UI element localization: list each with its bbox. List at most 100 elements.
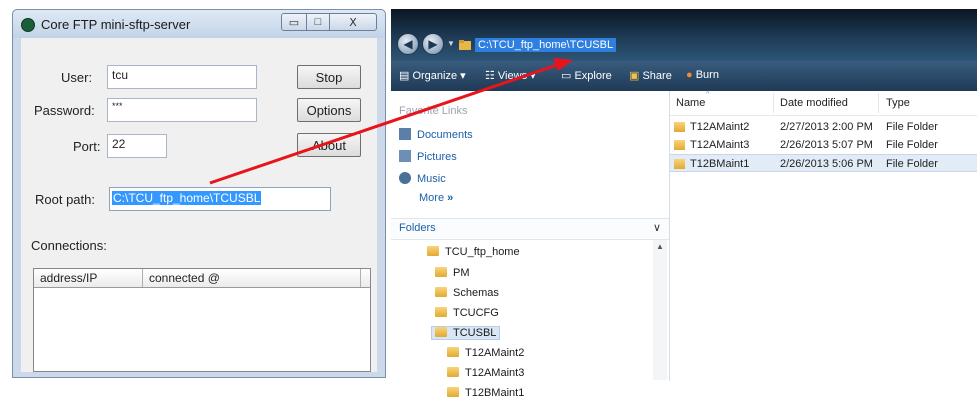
connections-label: Connections: [31, 238, 107, 253]
tree-item-t12amaint2[interactable]: T12AMaint2 [447, 347, 524, 359]
tree-item-tcusbl[interactable]: TCUSBL [431, 326, 501, 340]
share-button[interactable]: ▣ Share [629, 69, 672, 82]
ftp-window-title: Core FTP mini-sftp-server [41, 17, 191, 32]
connections-list[interactable]: address/IP connected @ [33, 268, 371, 372]
back-arrow-icon: ◀ [403, 37, 413, 51]
address-text[interactable]: C:\TCU_ftp_home\TCUSBL [475, 38, 617, 52]
folder-icon [674, 140, 685, 150]
options-button[interactable]: Options [297, 98, 361, 122]
burn-icon: ● [686, 69, 696, 81]
tree-item-pm[interactable]: PM [435, 267, 470, 279]
tree-scrollbar[interactable]: ▲ [653, 240, 667, 380]
file-row-selected[interactable]: T12BMaint1 2/26/2013 5:06 PM File Folder [670, 154, 977, 172]
tree-item-t12bmaint1[interactable]: T12BMaint1 [447, 387, 524, 399]
root-path-label: Root path: [35, 192, 95, 207]
tree-label: T12BMaint1 [465, 387, 525, 399]
file-date: 2/26/2013 5:07 PM [780, 139, 873, 151]
maximize-button[interactable]: □ [306, 13, 330, 31]
pictures-icon [399, 150, 411, 162]
favorite-pictures[interactable]: Pictures [399, 150, 457, 163]
about-button[interactable]: About [297, 133, 361, 157]
folder-icon [447, 347, 459, 357]
explorer-navbar: ◀ ▶ ▼ C:\TCU_ftp_home\TCUSBL [391, 9, 977, 61]
column-divider[interactable] [142, 269, 143, 287]
password-input[interactable]: *** [107, 98, 257, 122]
folders-header[interactable]: Folders ∨ [391, 218, 669, 240]
user-input[interactable]: tcu [107, 65, 257, 89]
core-ftp-window: Core FTP mini-sftp-server ▭ □ X User: tc… [12, 9, 386, 378]
stop-button[interactable]: Stop [297, 65, 361, 89]
column-type[interactable]: Type [886, 97, 910, 109]
tree-item-tcucfg[interactable]: TCUCFG [435, 307, 499, 319]
column-divider[interactable] [878, 93, 879, 113]
file-type: File Folder [886, 139, 938, 151]
chevron-down-icon: ∨ [652, 222, 661, 234]
forward-button[interactable]: ▶ [422, 33, 444, 55]
organize-menu[interactable]: ▤ Organize ▾ [399, 69, 466, 82]
more-link[interactable]: More » [419, 192, 453, 204]
tree-label: TCU_ftp_home [445, 246, 520, 258]
explore-icon: ▭ [561, 70, 575, 82]
file-type: File Folder [886, 158, 938, 170]
scroll-up-icon[interactable]: ▲ [656, 242, 664, 251]
tree-label: T12AMaint2 [465, 347, 525, 359]
explore-label: Explore [574, 70, 612, 82]
address-bar[interactable]: C:\TCU_ftp_home\TCUSBL [453, 36, 973, 56]
favorite-label: Documents [417, 129, 473, 141]
views-icon: ☷ [485, 70, 498, 82]
folder-icon [447, 367, 459, 377]
double-chevron-icon: » [447, 192, 454, 204]
file-name: T12AMaint3 [690, 139, 750, 151]
folder-icon [435, 327, 447, 337]
more-label: More [419, 192, 445, 204]
file-list-pane: Name ^ Date modified Type T12AMaint2 2/2… [670, 91, 977, 381]
close-button[interactable]: X [329, 13, 377, 31]
ftp-client-area: User: tcu Stop Password: *** Options Por… [21, 38, 377, 372]
root-path-value: C:\TCU_ftp_home\TCUSBL [112, 191, 262, 205]
column-connected-at[interactable]: connected @ [149, 271, 220, 285]
folder-icon [427, 246, 439, 256]
folder-icon [674, 159, 685, 169]
forward-arrow-icon: ▶ [428, 37, 438, 51]
column-name[interactable]: Name [676, 97, 705, 109]
back-button[interactable]: ◀ [397, 33, 419, 55]
file-date: 2/27/2013 2:00 PM [780, 121, 873, 133]
file-name: T12AMaint2 [690, 121, 750, 133]
column-divider[interactable] [773, 93, 774, 113]
views-menu[interactable]: ☷ Views ▾ [485, 69, 536, 82]
port-input[interactable]: 22 [107, 134, 167, 158]
burn-button[interactable]: ● Burn [686, 69, 719, 81]
ftp-title-bar[interactable]: Core FTP mini-sftp-server ▭ □ X [13, 10, 385, 38]
explore-button[interactable]: ▭ Explore [561, 69, 612, 82]
folder-icon [459, 40, 471, 50]
tree-item-schemas[interactable]: Schemas [435, 287, 499, 299]
favorite-documents[interactable]: Documents [399, 128, 473, 141]
folder-icon [435, 287, 447, 297]
tree-item-t12amaint3[interactable]: T12AMaint3 [447, 367, 524, 379]
music-icon [399, 172, 411, 184]
app-icon [21, 18, 35, 32]
minimize-button[interactable]: ▭ [281, 13, 307, 31]
password-label: Password: [34, 103, 95, 118]
favorite-music[interactable]: Music [399, 172, 446, 185]
file-row[interactable]: T12AMaint2 2/27/2013 2:00 PM File Folder [670, 118, 977, 136]
tree-item-tcu-ftp-home[interactable]: TCU_ftp_home [427, 246, 520, 258]
tree-label: TCUSBL [453, 327, 497, 339]
root-path-input[interactable]: C:\TCU_ftp_home\TCUSBL [109, 187, 331, 211]
folder-icon [435, 307, 447, 317]
burn-label: Burn [695, 69, 719, 81]
sort-ascending-icon: ^ [706, 91, 710, 98]
explorer-toolbar: ▤ Organize ▾ ☷ Views ▾ ▭ Explore ▣ Share… [391, 61, 977, 91]
share-label: Share [642, 70, 672, 82]
favorite-links-header: Favorite Links [399, 105, 468, 117]
file-list-header: Name ^ Date modified Type [670, 91, 977, 116]
navigation-pane: Favorite Links Documents Pictures Music … [391, 91, 670, 399]
column-date-modified[interactable]: Date modified [780, 97, 848, 109]
maximize-icon: □ [314, 16, 322, 28]
file-row[interactable]: T12AMaint3 2/26/2013 5:07 PM File Folder [670, 136, 977, 154]
column-address-ip[interactable]: address/IP [40, 271, 97, 285]
file-date: 2/26/2013 5:06 PM [780, 158, 873, 170]
views-label: Views [497, 70, 528, 82]
folder-icon [435, 267, 447, 277]
column-divider[interactable] [360, 269, 361, 287]
